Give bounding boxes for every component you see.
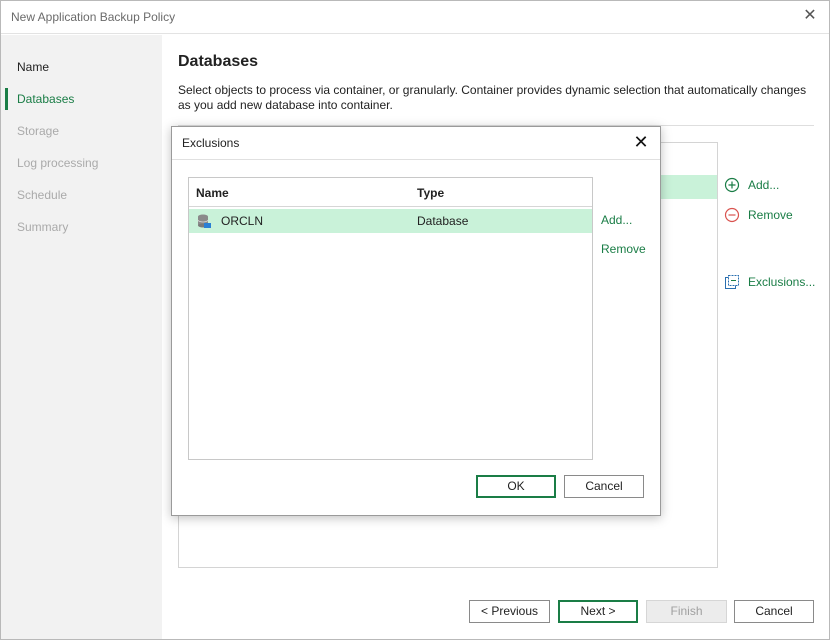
minus-circle-icon <box>724 207 740 223</box>
dialog-title-bar: Exclusions ✕ <box>172 127 660 160</box>
row-type: Database <box>417 214 469 228</box>
wizard-window: New Application Backup Policy ✕ Name Dat… <box>0 0 830 640</box>
step-databases[interactable]: Databases <box>17 88 74 110</box>
selected-row-highlight <box>657 175 717 199</box>
plus-circle-icon <box>724 177 740 193</box>
finish-button: Finish <box>646 600 727 623</box>
step-summary: Summary <box>17 220 69 234</box>
window-title: New Application Backup Policy <box>11 10 176 24</box>
previous-button[interactable]: < Previous <box>469 600 550 623</box>
dialog-add-button[interactable]: Add... <box>601 213 632 227</box>
exclusions-table: Name Type ORCLN Database <box>188 177 593 460</box>
column-header-type[interactable]: Type <box>417 186 444 200</box>
database-icon <box>196 213 212 229</box>
step-name[interactable]: Name <box>17 56 49 78</box>
page-description: Select objects to process via container,… <box>178 83 807 112</box>
wizard-steps-sidebar: Name Databases Storage Log processing Sc… <box>1 35 162 639</box>
ok-button[interactable]: OK <box>476 475 556 498</box>
step-schedule: Schedule <box>17 188 68 202</box>
step-log-processing: Log processing <box>17 156 99 170</box>
table-row[interactable]: ORCLN Database <box>189 209 592 233</box>
dialog-title: Exclusions <box>182 136 240 150</box>
title-bar: New Application Backup Policy ✕ <box>1 1 829 34</box>
dialog-cancel-button[interactable]: Cancel <box>564 475 644 498</box>
active-step-marker <box>5 88 8 110</box>
close-icon[interactable]: ✕ <box>632 132 650 152</box>
cancel-button[interactable]: Cancel <box>734 600 814 623</box>
step-storage: Storage <box>17 124 60 138</box>
close-icon[interactable]: ✕ <box>801 7 819 25</box>
page-title: Databases <box>178 53 259 70</box>
add-label: Add... <box>748 178 780 192</box>
table-header: Name Type <box>189 178 592 207</box>
exclusions-button[interactable]: Exclusions... <box>724 274 815 290</box>
next-button[interactable]: Next > <box>558 600 638 623</box>
exclusions-label: Exclusions... <box>748 275 816 289</box>
add-button[interactable]: Add... <box>724 177 779 193</box>
remove-label: Remove <box>748 208 793 222</box>
row-name: ORCLN <box>221 214 264 228</box>
exclusions-dialog: Exclusions ✕ Name Type ORCLN Database Ad… <box>171 126 661 516</box>
exclusions-icon <box>724 274 740 290</box>
remove-button[interactable]: Remove <box>724 207 793 223</box>
column-header-name[interactable]: Name <box>196 186 229 200</box>
dialog-remove-button[interactable]: Remove <box>601 242 646 256</box>
